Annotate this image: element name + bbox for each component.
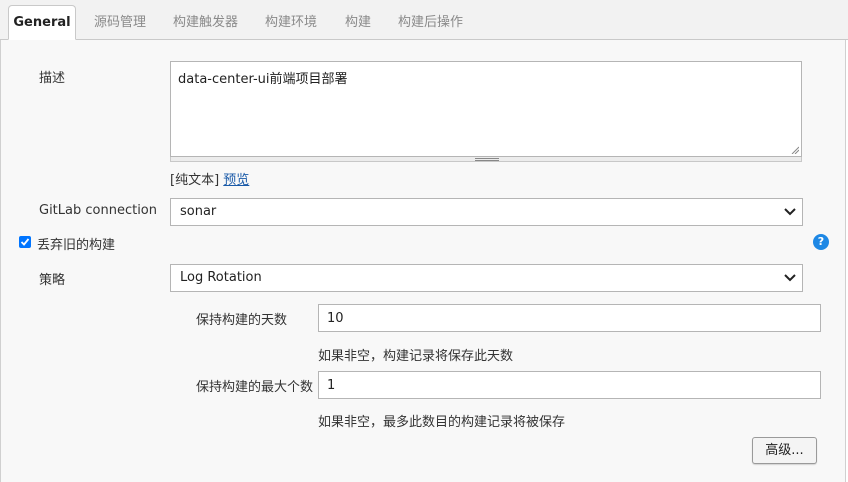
- strategy-value: Log Rotation: [180, 270, 262, 285]
- max-builds-value: 1: [327, 378, 336, 393]
- gitlab-connection-select[interactable]: sonar: [170, 198, 803, 226]
- tab-bar: General 源码管理 构建触发器 构建环境 构建 构建后操作: [0, 0, 848, 40]
- description-label: 描述: [39, 71, 66, 86]
- discard-old-builds-label: 丢弃旧的构建: [37, 238, 116, 253]
- preview-link[interactable]: 预览: [223, 173, 249, 188]
- textarea-resize-handle[interactable]: [170, 157, 802, 162]
- max-builds-input[interactable]: 1: [318, 371, 821, 399]
- gitlab-connection-value: sonar: [180, 204, 217, 219]
- description-textarea[interactable]: data-center-ui前端项目部署: [170, 61, 802, 157]
- days-to-keep-label: 保持构建的天数: [196, 313, 288, 328]
- tab-post-build-actions[interactable]: 构建后操作: [398, 6, 463, 40]
- max-builds-hint: 如果非空，最多此数目的构建记录将被保存: [318, 415, 566, 430]
- tab-build[interactable]: 构建: [345, 6, 371, 40]
- strategy-label: 策略: [39, 273, 66, 288]
- checkmark-icon: [20, 238, 30, 246]
- days-to-keep-value: 10: [327, 311, 344, 326]
- chevron-down-icon: [784, 208, 796, 216]
- max-builds-label: 保持构建的最大个数: [196, 380, 314, 395]
- resize-grip-icon[interactable]: [791, 146, 799, 154]
- strategy-select[interactable]: Log Rotation: [170, 264, 803, 292]
- discard-old-builds-checkbox[interactable]: [19, 236, 31, 248]
- days-to-keep-hint: 如果非空，构建记录将保存此天数: [318, 349, 514, 364]
- chevron-down-icon: [784, 274, 796, 282]
- gitlab-connection-label: GitLab connection: [39, 203, 158, 218]
- description-format: [纯文本] 预览: [170, 169, 249, 188]
- description-value: data-center-ui前端项目部署: [178, 72, 348, 87]
- format-plain-text: [纯文本]: [170, 173, 220, 188]
- tab-build-triggers[interactable]: 构建触发器: [173, 6, 238, 40]
- tab-general[interactable]: General: [8, 5, 76, 40]
- tab-build-environment[interactable]: 构建环境: [265, 6, 317, 40]
- days-to-keep-input[interactable]: 10: [318, 304, 821, 332]
- grip-icon: [475, 158, 499, 161]
- advanced-button[interactable]: 高级...: [752, 437, 817, 464]
- help-icon[interactable]: ?: [813, 234, 829, 250]
- tab-source-control[interactable]: 源码管理: [94, 6, 146, 40]
